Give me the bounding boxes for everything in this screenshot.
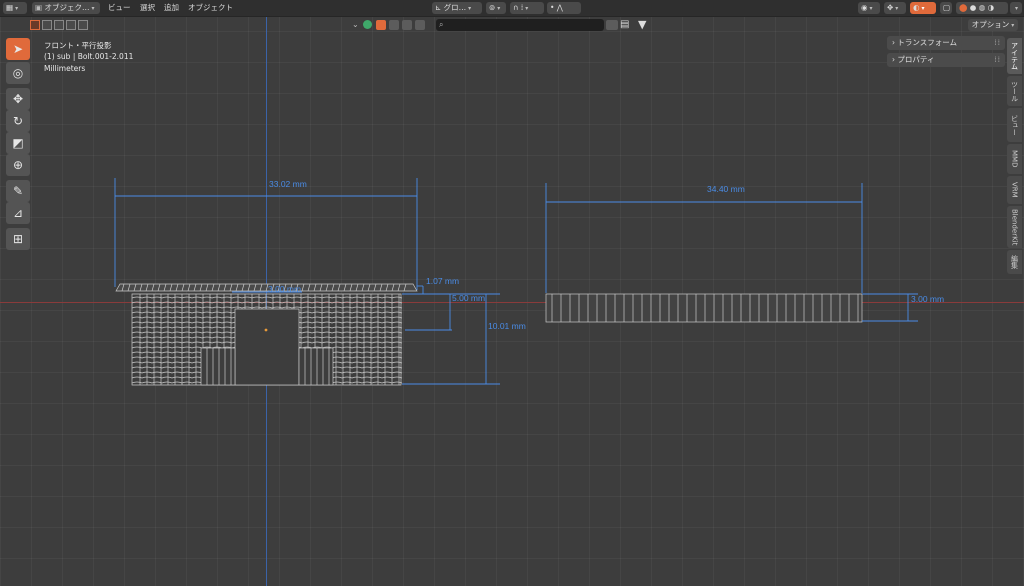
select-intersect-icon[interactable] [78,20,88,30]
material-shading-icon: ◍ [978,3,986,12]
cursor-tool[interactable]: ◎ [6,62,30,84]
transform-orientation[interactable]: ⊾ グロ… ▾ [432,2,482,14]
outliner-icon[interactable]: ▤ [620,19,629,30]
viewport-header: ▦ ▾ ▣ オブジェク… ▾ ビュー 選択 追加 オブジェクト ⊾ グロ… ▾ ⊚ ▾ … [0,0,1024,17]
rendered-shading-icon: ◑ [987,3,995,12]
annotate-tool[interactable]: ✎ [6,180,30,202]
proportional-edit-button[interactable]: • ⋀ [547,2,581,14]
tab-mmd[interactable]: MMD [1007,144,1022,174]
search-icon: ⌕ [439,20,444,29]
collection-icon[interactable] [363,20,372,29]
menu-select[interactable]: 選択 [140,2,155,14]
overlay-button[interactable]: ◐ ▾ [910,2,936,14]
move-tool[interactable]: ✥ [6,88,30,110]
shading-buttons[interactable]: ⬤ ● ◍ ◑ [956,2,1008,14]
tab-item[interactable]: アイテム [1007,38,1022,74]
select-tool[interactable]: ➤ [6,38,30,60]
wireframe-shading-icon: ⬤ [959,3,968,12]
tab-blenderkit[interactable]: BlenderKit [1007,206,1022,248]
bolt-head-mesh [115,283,418,386]
scale-icon: ◩ [12,136,24,150]
drag-handle-icon[interactable]: ⁞⁞ [994,53,1001,67]
measure-right-height: 3.00 mm [911,294,945,304]
unit-label: Millimeters [44,64,86,73]
ruler-icon: ⊿ [12,206,24,220]
filter-camera-icon[interactable] [389,20,399,30]
orientation-icon: ⊾ [435,3,444,12]
filter-mesh-icon[interactable] [376,20,386,30]
xray-icon: ▢ [943,3,951,12]
measure-left-total: 10.01 mm [488,321,526,331]
mode-selector[interactable]: ▣ オブジェク… ▾ [32,2,100,14]
editor-type-button[interactable]: ▦ ▾ [3,2,27,14]
measure-left-width: 33.02 mm [269,179,307,189]
snap-button[interactable]: ∩ ⁞ ▾ [510,2,544,14]
view-name: フロント・平行投影 [44,41,112,50]
rotate-icon: ↻ [12,114,24,128]
proportional-icon: • ⋀ [550,3,563,12]
transform-tool[interactable]: ⊕ [6,154,30,176]
overlay-icon: ◐ [913,3,920,12]
solid-shading-icon: ● [969,3,977,12]
measure-right-width: 34.40 mm [707,184,745,194]
viewport-icon: ▦ [6,3,14,12]
select-new-icon[interactable] [30,20,40,30]
menu-view[interactable]: ビュー [108,2,131,14]
wireframe-mesh [114,178,918,386]
properties-panel-header[interactable]: › プロパティ ⁞⁞ [887,53,1005,67]
rotate-tool[interactable]: ↻ [6,110,30,132]
tab-edit[interactable]: 編集 [1007,250,1022,274]
tab-vrm[interactable]: VRM [1007,176,1022,204]
cursor-icon: ➤ [12,42,24,56]
select-subtract-icon[interactable] [54,20,64,30]
select-invert-icon[interactable] [66,20,76,30]
measure-left-inner: 3.00 mm [268,284,302,294]
options-button[interactable]: オプション ▾ [968,19,1018,31]
pivot-icon: ⊚ [489,3,496,12]
measure-left-mid: 5.00 mm [452,293,486,303]
chevron-down-icon: ▾ [1015,5,1019,12]
transform-icon: ⊕ [12,158,24,172]
menu-add[interactable]: 追加 [164,2,179,14]
add-cube-tool[interactable]: ⊞ [6,228,30,250]
pivot-point-button[interactable]: ⊚ ▾ [486,2,506,14]
object-info: (1) sub | Bolt.001-2.011 [44,52,134,61]
funnel-icon[interactable]: ▼ [638,18,646,31]
tab-tool[interactable]: ツール [1007,76,1022,106]
transform-panel-header[interactable]: › トランスフォーム ⁞⁞ [887,36,1005,50]
search-input[interactable]: ⌕ [436,19,604,31]
visibility-button[interactable]: ◉ ▾ [858,2,880,14]
annotate-icon: ✎ [12,184,24,198]
filter-light-icon[interactable] [402,20,412,30]
flat-washer-mesh [545,293,863,323]
menu-object[interactable]: オブジェクト [188,2,233,14]
select-extend-icon[interactable] [42,20,52,30]
measure-tool[interactable]: ⊿ [6,202,30,224]
gizmo-icon: ✥ [887,3,894,12]
origin-point [264,328,268,332]
xray-button[interactable]: ▢ [940,2,952,14]
sync-icon[interactable] [606,20,618,30]
move-icon: ✥ [12,92,24,106]
eye-icon: ◉ [861,3,868,12]
filter-empty-icon[interactable] [415,20,425,30]
add-cube-icon: ⊞ [12,232,24,246]
scale-tool[interactable]: ◩ [6,132,30,154]
tab-view[interactable]: ビュー [1007,108,1022,142]
gizmo-button[interactable]: ✥ ▾ [884,2,906,14]
3d-cursor-icon: ◎ [12,66,24,80]
shading-options-button[interactable]: ▾ [1010,2,1022,14]
measure-left-small: 1.07 mm [426,276,460,286]
drag-handle-icon[interactable]: ⁞⁞ [994,36,1001,50]
magnet-icon: ∩ ⁞ [513,3,524,12]
chevron-down-icon[interactable]: ⌄ [352,20,359,29]
